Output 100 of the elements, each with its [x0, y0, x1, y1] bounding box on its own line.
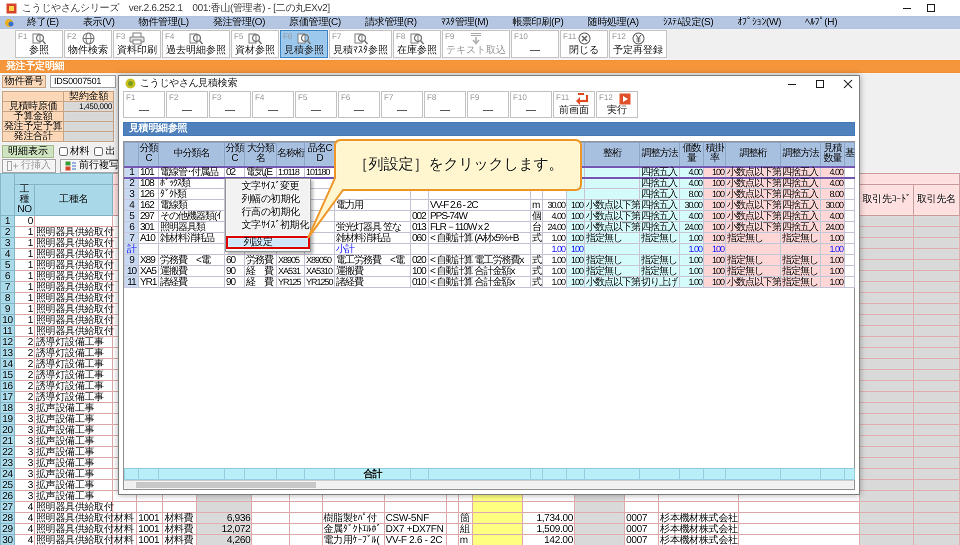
menu-item[interactable]: 原価管理(C) — [277, 17, 353, 28]
row-number: 13 — [0, 348, 15, 358]
table-cell: 杉本機材株式会社 — [658, 524, 739, 534]
function-key-button[interactable]: F12 予定再登録 — [609, 30, 667, 58]
maximize-icon — [815, 78, 825, 88]
function-key-button[interactable]: F1 参照 — [15, 30, 63, 58]
table-cell: 小数点以下第 — [726, 188, 780, 200]
table-cell: 式 — [530, 276, 542, 288]
function-key-button[interactable]: F1 — — [123, 91, 165, 118]
table-cell: 誘導灯設備工事 — [34, 392, 113, 402]
row-label: 見積時原価 — [2, 102, 64, 112]
function-key-button[interactable]: F6 見積参照 — [280, 30, 328, 58]
table-cell: 四捨五入 — [780, 188, 820, 200]
function-key-button[interactable]: F8 — — [424, 91, 466, 118]
table-cell: 運搬費 — [334, 266, 410, 276]
row-number: 22 — [0, 446, 15, 458]
column-header: 工種NO — [14, 184, 35, 216]
copy-rows-icon — [65, 161, 76, 171]
function-key-button[interactable]: F11 前画面 — [553, 91, 595, 118]
row-number: 29 — [0, 524, 15, 534]
function-key-button[interactable]: F6 — — [338, 91, 380, 118]
row-number: 9 — [124, 254, 138, 266]
row-label: 予算金額 — [2, 112, 64, 122]
row-number: 21 — [0, 436, 15, 446]
menu-item[interactable]: 文字ｻｲｽﾞ変更 — [226, 180, 310, 194]
menu-item[interactable]: 列設定 — [226, 236, 310, 248]
menu-item[interactable]: ｼｽﾃﾑ設定(S) — [650, 17, 726, 28]
table-cell: 材料費 — [162, 534, 197, 545]
table-cell: 拡声設備工事 — [34, 414, 113, 424]
property-number-field[interactable]: IDS0007501 — [50, 75, 116, 88]
table-cell: 指定無し — [726, 266, 780, 276]
table-cell: 式 — [530, 254, 542, 266]
function-key-button[interactable]: F2 — — [166, 91, 208, 118]
horizontal-scrollbar[interactable] — [124, 480, 854, 489]
function-key-button[interactable]: F10 — — [511, 30, 559, 58]
table-cell: 四捨五入 — [640, 166, 680, 178]
table-cell: 拡声設備工事 — [34, 458, 113, 468]
column-header: 大分類名 — [244, 142, 276, 166]
function-key-button[interactable]: F4 — — [252, 91, 294, 118]
row-number: 11 — [0, 326, 15, 336]
return-arrow-icon — [575, 93, 589, 105]
menu-item[interactable]: 終了(E) — [15, 17, 71, 28]
menu-item[interactable]: 表示(V) — [70, 17, 127, 28]
menu-item[interactable]: ﾍﾙﾌﾟ(H) — [793, 17, 850, 28]
menu-item[interactable]: 行高の初期化 — [226, 206, 310, 220]
checkbox[interactable] — [94, 147, 104, 156]
row-number: 23 — [0, 458, 15, 468]
row-number: 8 — [0, 292, 15, 304]
row-number: 7 — [124, 232, 138, 244]
checkbox[interactable] — [59, 147, 68, 156]
detail-button[interactable]: 明細表示 — [2, 145, 54, 158]
row-number: 10 — [124, 266, 138, 276]
table-cell: 照明器具供給取付 — [34, 248, 113, 260]
menu-item[interactable]: ﾏｽﾀ管理(M) — [428, 17, 500, 28]
row-number: 30 — [0, 534, 15, 545]
function-key-button[interactable]: F3 — — [209, 91, 251, 118]
menu-item[interactable]: 文字ｻｲｽﾞ初期化 — [226, 220, 310, 232]
column-header: 分類C — [224, 142, 244, 166]
menu-item[interactable]: 列幅の初期化 — [226, 194, 310, 206]
menu-item[interactable]: 帳票印刷(P) — [500, 17, 576, 28]
function-key-button[interactable]: F5 資材参照 — [231, 30, 279, 58]
dialog-title: こうじやさん見積検索 — [140, 78, 238, 89]
row-number: 15 — [0, 370, 15, 380]
function-key-button[interactable]: F4 過去明細参照 — [162, 30, 230, 58]
table-cell: 指定無し — [640, 232, 680, 244]
function-key-button[interactable]: F2 物件検索 — [64, 30, 112, 58]
printer-icon — [129, 32, 145, 45]
table-cell: 060 — [410, 232, 428, 244]
column-header: 基 — [844, 142, 854, 166]
function-key-button[interactable]: F5 — — [295, 91, 337, 118]
column-header: 価数量 — [680, 142, 704, 166]
table-cell: 指定無し — [780, 266, 820, 276]
function-key-button[interactable]: F10 — — [510, 91, 552, 118]
function-key-button[interactable]: F11 閉じる — [560, 30, 608, 58]
column-header: 取引先名 — [913, 184, 960, 216]
function-key-button[interactable]: F12 実行 — [596, 91, 638, 118]
menu-item[interactable]: 発注管理(O) — [200, 17, 278, 28]
table-cell: 小数点以下第 — [726, 200, 780, 210]
function-key-button[interactable]: F9 — — [467, 91, 509, 118]
app-icon — [4, 18, 15, 28]
function-key-button[interactable]: F8 在庫参照 — [393, 30, 441, 58]
table-cell: 指定無し — [584, 254, 640, 266]
menu-item[interactable]: 請求管理(R) — [352, 17, 429, 28]
window-title: こうじやさんシリーズ ver.2.6.252.1 001:香山(管理者) - [二の丸EXv2] — [22, 2, 330, 14]
yen-icon — [632, 32, 644, 45]
menu-item[interactable]: 随時処理(A) — [576, 17, 651, 28]
row-number: 2 — [0, 226, 15, 238]
table-cell: 小数点以下第 — [584, 276, 640, 288]
function-key-button[interactable]: F7 見積ﾏｽﾀ参照 — [329, 30, 392, 58]
table-cell: ﾀﾞｸﾄ類 — [158, 188, 224, 200]
panel-title: 発注予定明細 — [0, 60, 960, 73]
table-cell: X89050 — [304, 254, 334, 266]
function-key-button[interactable]: F3 資料印刷 — [113, 30, 161, 58]
table-cell: 照明器具類 — [158, 222, 224, 232]
row-number: 6 — [0, 270, 15, 282]
menu-item[interactable]: 物件管理(L) — [126, 17, 201, 28]
column-header: 整桁 — [584, 142, 640, 166]
table-cell: 杉本機材株式会社 — [658, 512, 739, 524]
menu-item[interactable]: ｵﾌﾟｼｮﾝ(W) — [725, 17, 794, 28]
function-key-button[interactable]: F7 — — [381, 91, 423, 118]
